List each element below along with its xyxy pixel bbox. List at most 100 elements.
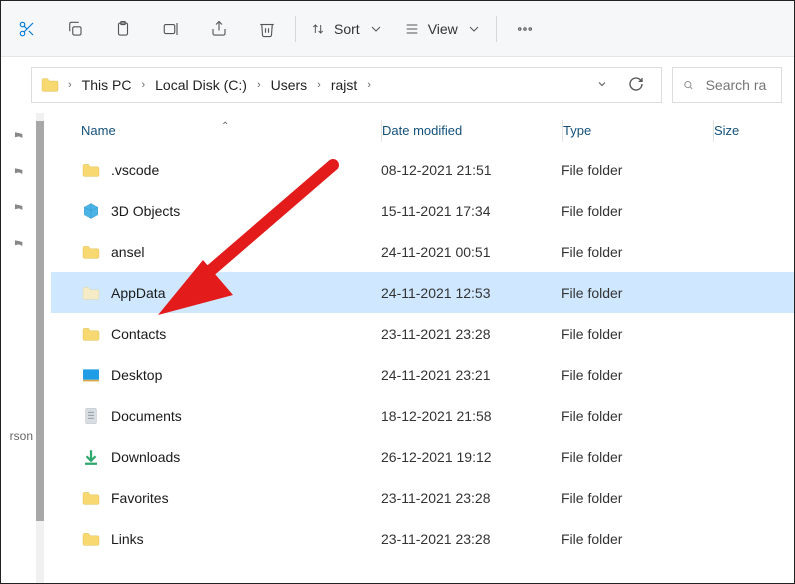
- rename-icon: [162, 20, 180, 38]
- file-name: 3D Objects: [111, 203, 180, 219]
- table-row[interactable]: 3D Objects15-11-2021 17:34File folder: [51, 190, 794, 231]
- folder-icon: [81, 161, 101, 179]
- file-type: File folder: [561, 531, 711, 547]
- toolbar-separator: [496, 16, 497, 42]
- breadcrumb-history-button[interactable]: [589, 77, 615, 93]
- chevron-down-icon: [368, 21, 384, 37]
- scrollbar-thumb[interactable]: [36, 121, 44, 521]
- chevron-right-icon[interactable]: ›: [137, 79, 149, 91]
- file-type: File folder: [561, 285, 711, 301]
- table-row[interactable]: Documents 18-12-2021 21:58File folder: [51, 395, 794, 436]
- column-header-type[interactable]: Type: [563, 123, 713, 138]
- view-icon: [404, 21, 420, 37]
- file-date: 18-12-2021 21:58: [381, 408, 561, 424]
- table-row[interactable]: Favorites 23-11-2021 23:28File folder: [51, 477, 794, 518]
- table-row[interactable]: Links 23-11-2021 23:28File folder: [51, 518, 794, 559]
- ellipsis-icon: [516, 20, 534, 38]
- file-name: Links: [111, 531, 144, 547]
- folder-icon: [40, 77, 60, 93]
- file-name: .vscode: [111, 162, 159, 178]
- sort-icon: [310, 21, 326, 37]
- nav-item-partial[interactable]: rson: [0, 429, 33, 443]
- file-name: Favorites: [111, 490, 169, 506]
- view-menu-button[interactable]: View: [394, 9, 492, 49]
- file-date: 26-12-2021 19:12: [381, 449, 561, 465]
- pin-icon[interactable]: [10, 129, 24, 143]
- share-button[interactable]: [195, 9, 243, 49]
- paste-button[interactable]: [99, 9, 147, 49]
- refresh-button[interactable]: [619, 76, 653, 95]
- file-date: 08-12-2021 21:51: [381, 162, 561, 178]
- table-row[interactable]: Contacts23-11-2021 23:28File folder: [51, 313, 794, 354]
- file-type: File folder: [561, 162, 711, 178]
- column-header-size[interactable]: Size: [714, 123, 794, 138]
- file-type: File folder: [561, 408, 711, 424]
- breadcrumb-item[interactable]: Users: [269, 77, 310, 93]
- chevron-right-icon[interactable]: ›: [313, 79, 325, 91]
- navigation-pane: rson: [1, 113, 33, 584]
- pin-icon[interactable]: [10, 237, 24, 251]
- chevron-right-icon[interactable]: ›: [64, 79, 76, 91]
- file-name: AppData: [111, 285, 165, 301]
- file-name: ansel: [111, 244, 144, 260]
- file-date: 24-11-2021 12:53: [381, 285, 561, 301]
- file-date: 24-11-2021 23:21: [381, 367, 561, 383]
- rename-button[interactable]: [147, 9, 195, 49]
- folder-icon: [81, 530, 101, 548]
- address-bar-row: › This PC › Local Disk (C:) › Users › ra…: [1, 57, 794, 113]
- command-bar: Sort View: [1, 1, 794, 57]
- pin-icon[interactable]: [10, 165, 24, 179]
- search-box[interactable]: [672, 67, 782, 103]
- breadcrumb-item[interactable]: Local Disk (C:): [153, 77, 249, 93]
- file-date: 23-11-2021 23:28: [381, 326, 561, 342]
- breadcrumb-item[interactable]: This PC: [80, 77, 134, 93]
- chevron-right-icon[interactable]: ›: [253, 79, 265, 91]
- cube-icon: [81, 202, 101, 220]
- breadcrumb-item[interactable]: rajst: [329, 77, 359, 93]
- table-row[interactable]: ansel 24-11-2021 00:51File folder: [51, 231, 794, 272]
- search-input[interactable]: [704, 76, 771, 94]
- table-row[interactable]: Desktop 24-11-2021 23:21File folder: [51, 354, 794, 395]
- table-row[interactable]: AppData 24-11-2021 12:53File folder: [51, 272, 794, 313]
- scissors-icon: [18, 20, 36, 38]
- file-name: Documents: [111, 408, 182, 424]
- file-date: 23-11-2021 23:28: [381, 490, 561, 506]
- copy-button[interactable]: [51, 9, 99, 49]
- desktop-icon: [81, 366, 101, 384]
- column-header-date[interactable]: Date modified: [382, 123, 562, 138]
- table-row[interactable]: Downloads 26-12-2021 19:12File folder: [51, 436, 794, 477]
- file-type: File folder: [561, 449, 711, 465]
- more-button[interactable]: [501, 9, 549, 49]
- sort-indicator-icon: ⌃: [221, 121, 229, 132]
- trash-icon: [258, 20, 276, 38]
- file-type: File folder: [561, 490, 711, 506]
- file-type: File folder: [561, 367, 711, 383]
- sort-menu-button[interactable]: Sort: [300, 9, 394, 49]
- file-date: 15-11-2021 17:34: [381, 203, 561, 219]
- copy-icon: [66, 20, 84, 38]
- download-icon: [81, 448, 101, 466]
- view-label: View: [428, 21, 458, 37]
- cut-button[interactable]: [3, 9, 51, 49]
- folder-icon: [81, 243, 101, 261]
- pin-icon[interactable]: [10, 201, 24, 215]
- chevron-right-icon[interactable]: ›: [363, 79, 375, 91]
- document-icon: [81, 407, 101, 425]
- sort-label: Sort: [334, 21, 360, 37]
- file-date: 23-11-2021 23:28: [381, 531, 561, 547]
- folder-dim-icon: [81, 284, 101, 302]
- breadcrumb[interactable]: › This PC › Local Disk (C:) › Users › ra…: [31, 67, 662, 103]
- clipboard-icon: [114, 20, 132, 38]
- delete-button[interactable]: [243, 9, 291, 49]
- scrollbar[interactable]: [33, 113, 47, 584]
- table-row[interactable]: .vscode 08-12-2021 21:51File folder: [51, 149, 794, 190]
- folder-icon: [81, 489, 101, 507]
- file-name: Downloads: [111, 449, 180, 465]
- search-icon: [683, 78, 694, 92]
- file-type: File folder: [561, 244, 711, 260]
- file-name: Contacts: [111, 326, 166, 342]
- file-name: Desktop: [111, 367, 162, 383]
- file-date: 24-11-2021 00:51: [381, 244, 561, 260]
- toolbar-separator: [295, 16, 296, 42]
- column-header-name[interactable]: Name ⌃: [51, 123, 381, 138]
